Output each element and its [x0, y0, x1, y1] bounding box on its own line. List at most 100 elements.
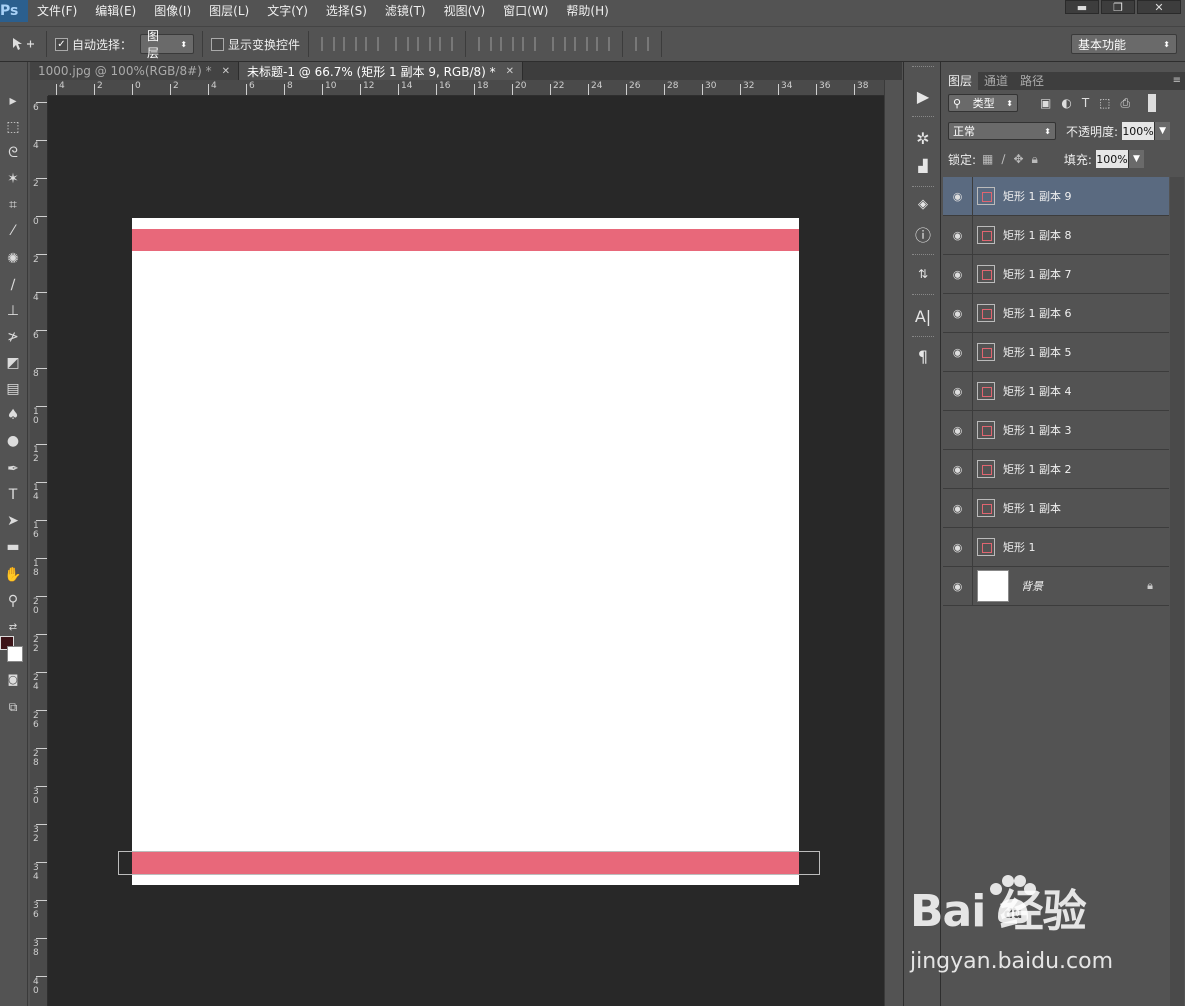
eyedropper-tool-icon[interactable]: ⁄: [2, 220, 24, 242]
fill-field[interactable]: 100% ▼: [1095, 150, 1144, 168]
visibility-eye-icon[interactable]: ◉: [943, 215, 973, 255]
lock-all-icon[interactable]: 🔒︎: [1032, 152, 1038, 167]
dock-grip[interactable]: [912, 186, 934, 189]
blend-mode-dropdown[interactable]: 正常 ⬍: [948, 122, 1056, 140]
menu-item-3[interactable]: 图层(L): [200, 0, 258, 22]
auto-select-checkbox[interactable]: ✓: [55, 37, 68, 51]
dock-grip[interactable]: [912, 254, 934, 257]
history-icon[interactable]: ⇅: [908, 260, 938, 288]
type-filter-icon[interactable]: T: [1082, 96, 1089, 110]
lock-pixels-icon[interactable]: ∕: [1001, 152, 1005, 166]
visibility-eye-icon[interactable]: ◉: [943, 332, 973, 372]
layer-row[interactable]: ◉ 矩形 1 副本 6: [943, 293, 1169, 333]
smart-object-filter-icon[interactable]: ⎙: [1121, 96, 1131, 111]
quick-mask-icon[interactable]: ◙: [2, 668, 24, 690]
canvas-area[interactable]: [48, 96, 884, 1006]
fill-value[interactable]: 100%: [1095, 150, 1128, 168]
visibility-eye-icon[interactable]: ◉: [943, 293, 973, 333]
distribute-left-icon[interactable]: [552, 37, 567, 51]
horizontal-ruler[interactable]: 4 2 0 2 4 6 8 10 12 14 16 18 20 22 24 26 28 30 32 34 36 38: [48, 80, 884, 96]
layer-row[interactable]: ◉ 矩形 1 副本 8: [943, 215, 1169, 255]
menu-item-2[interactable]: 图像(I): [145, 0, 200, 22]
filter-toggle-icon[interactable]: [1148, 94, 1157, 112]
vertical-scrollbar[interactable]: [884, 80, 902, 1006]
dock-grip[interactable]: [912, 336, 934, 339]
pen-tool-icon[interactable]: ✒: [2, 458, 24, 480]
menu-item-9[interactable]: 帮助(H): [557, 0, 617, 22]
magic-wand-tool-icon[interactable]: ✶: [2, 168, 24, 190]
layer-row[interactable]: ◉ 矩形 1: [943, 527, 1169, 567]
document-canvas[interactable]: [132, 218, 799, 885]
layer-row[interactable]: ◉ 矩形 1 副本: [943, 488, 1169, 528]
adjustment-filter-icon[interactable]: ◐: [1061, 96, 1071, 110]
distribute-bottom-icon[interactable]: [522, 37, 537, 51]
panel-menu-icon[interactable]: ≡: [1173, 72, 1181, 90]
minimize-button[interactable]: ▬: [1065, 0, 1099, 14]
eraser-tool-icon[interactable]: ◩: [2, 352, 24, 374]
rectangle-top[interactable]: [132, 229, 799, 251]
close-button[interactable]: ✕: [1137, 0, 1181, 14]
gradient-tool-icon[interactable]: ▤: [2, 378, 24, 400]
dock-grip[interactable]: [912, 66, 934, 69]
zoom-tool-icon[interactable]: ⚲: [2, 590, 24, 612]
align-bottom-icon[interactable]: [365, 37, 380, 51]
pixel-filter-icon[interactable]: ▣: [1040, 96, 1051, 110]
histogram-icon[interactable]: ▟: [908, 152, 938, 180]
history-brush-tool-icon[interactable]: ≯: [2, 326, 24, 348]
visibility-eye-icon[interactable]: ◉: [943, 410, 973, 450]
layer-row[interactable]: ◉ 矩形 1 副本 7: [943, 254, 1169, 294]
distribute-hcenter-icon[interactable]: [574, 37, 589, 51]
maximize-button[interactable]: ❐: [1101, 0, 1135, 14]
layer-row[interactable]: ◉ 矩形 1 副本 3: [943, 410, 1169, 450]
tab-channels[interactable]: 通道: [978, 72, 1014, 90]
dock-grip[interactable]: [912, 294, 934, 297]
visibility-eye-icon[interactable]: ◉: [943, 254, 973, 294]
type-tool-icon[interactable]: T: [2, 484, 24, 506]
align-hcenter-icon[interactable]: [417, 37, 432, 51]
dodge-tool-icon[interactable]: ●: [2, 430, 24, 452]
tab-1000-jpg[interactable]: 1000.jpg @ 100%(RGB/8#) * ✕: [30, 62, 240, 80]
auto-select-target-dropdown[interactable]: 图层 ⬍: [140, 29, 195, 60]
crop-tool-icon[interactable]: ⌗: [2, 194, 24, 216]
visibility-eye-icon[interactable]: ◉: [943, 566, 973, 606]
move-tool-icon[interactable]: ▸: [2, 90, 24, 112]
opacity-field[interactable]: 100% ▼: [1122, 122, 1171, 140]
visibility-eye-icon[interactable]: ◉: [943, 527, 973, 567]
lock-transparency-icon[interactable]: ▦: [982, 152, 993, 166]
healing-brush-tool-icon[interactable]: ✺: [2, 248, 24, 270]
auto-align-layers-icon[interactable]: [635, 37, 650, 51]
show-transform-checkbox[interactable]: [211, 37, 225, 51]
chevron-down-icon[interactable]: ▼: [1154, 122, 1171, 140]
menu-item-8[interactable]: 窗口(W): [494, 0, 557, 22]
align-top-icon[interactable]: [321, 37, 336, 51]
blur-tool-icon[interactable]: ♠: [2, 404, 24, 426]
layer-row[interactable]: ◉ 矩形 1 副本 4: [943, 371, 1169, 411]
opacity-value[interactable]: 100%: [1122, 122, 1155, 140]
rectangle-tool-icon[interactable]: ▬: [2, 536, 24, 558]
distribute-vcenter-icon[interactable]: [500, 37, 515, 51]
visibility-eye-icon[interactable]: ◉: [943, 488, 973, 528]
transform-bounding-box[interactable]: [118, 851, 820, 875]
brush-tool-icon[interactable]: ∕: [2, 274, 24, 296]
menu-item-5[interactable]: 选择(S): [317, 0, 376, 22]
move-tool-icon[interactable]: [8, 33, 38, 55]
dock-grip[interactable]: [912, 116, 934, 119]
play-actions-icon[interactable]: ▶: [908, 82, 938, 110]
marquee-tool-icon[interactable]: ⬚: [2, 116, 24, 138]
menu-item-6[interactable]: 滤镜(T): [376, 0, 435, 22]
layer-row[interactable]: ◉ 矩形 1 副本 5: [943, 332, 1169, 372]
tab-paths[interactable]: 路径: [1014, 72, 1050, 90]
visibility-eye-icon[interactable]: ◉: [943, 449, 973, 489]
tab-untitled-1[interactable]: 未标题-1 @ 66.7% (矩形 1 副本 9, RGB/8) * ✕: [239, 62, 524, 80]
layer-row-background[interactable]: ◉ 背景 🔒︎: [943, 566, 1169, 606]
menu-item-4[interactable]: 文字(Y): [258, 0, 317, 22]
shape-filter-icon[interactable]: ⬚: [1099, 96, 1110, 110]
chevron-down-icon[interactable]: ▼: [1127, 150, 1144, 168]
layer-filter-dropdown[interactable]: ⚲ 类型 ⬍: [948, 94, 1018, 112]
align-vcenter-icon[interactable]: [343, 37, 358, 51]
layer-row[interactable]: ◉ 矩形 1 副本 2: [943, 449, 1169, 489]
close-icon[interactable]: ✕: [222, 66, 230, 77]
layer-row[interactable]: ◉ 矩形 1 副本 9: [943, 176, 1169, 216]
align-left-icon[interactable]: [395, 37, 410, 51]
paragraph-icon[interactable]: ¶: [908, 342, 938, 370]
